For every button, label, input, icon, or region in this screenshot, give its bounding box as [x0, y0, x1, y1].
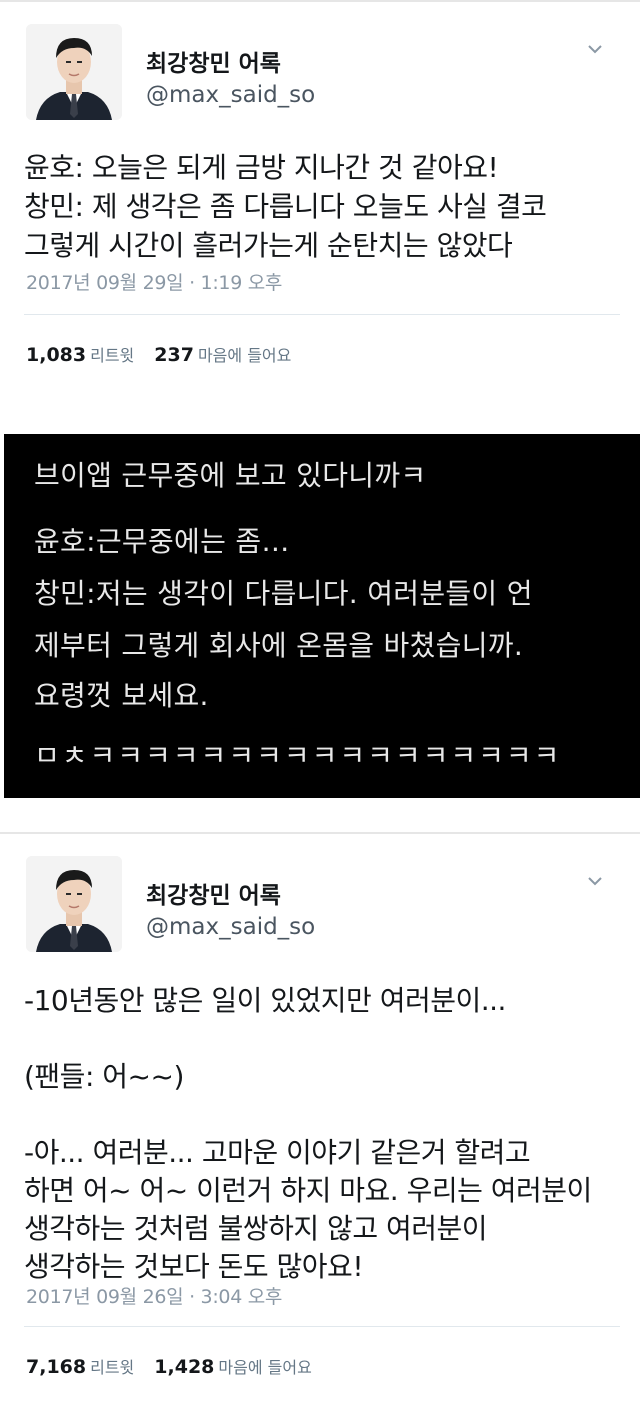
- tweet-card-2[interactable]: 최강창민 어록 @max_said_so -10년동안 많은 일이 있었지만 여…: [0, 832, 640, 1411]
- tweet-stats: 1,083 리트윗 237 마음에 들어요: [26, 342, 311, 366]
- user-handle[interactable]: @max_said_so: [146, 914, 315, 940]
- retweet-count[interactable]: 7,168: [26, 1356, 86, 1378]
- divider: [24, 314, 620, 315]
- chevron-down-icon[interactable]: [588, 42, 602, 56]
- display-name[interactable]: 최강창민 어록: [146, 876, 281, 910]
- profile-photo: [26, 856, 122, 952]
- divider: [24, 1326, 620, 1327]
- caption-box: 브이앱 근무중에 보고 있다니까ㅋ 윤호:근무중에는 좀… 창민:저는 생각이 …: [4, 434, 640, 798]
- caption-line: 창민:저는 생각이 다릅니다. 여러분들이 언: [34, 577, 533, 610]
- caption-line: 요령껏 보세요.: [34, 679, 209, 712]
- like-label[interactable]: 마음에 들어요: [198, 346, 291, 365]
- retweet-label[interactable]: 리트윗: [90, 1358, 134, 1377]
- user-handle[interactable]: @max_said_so: [146, 82, 315, 108]
- retweet-label[interactable]: 리트윗: [90, 346, 134, 365]
- like-count[interactable]: 1,428: [154, 1356, 214, 1378]
- caption-line: 브이앱 근무중에 보고 있다니까ㅋ: [34, 459, 427, 492]
- tweet-stats: 7,168 리트윗 1,428 마음에 들어요: [26, 1354, 332, 1378]
- caption-line: 제부터 그렇게 회사에 온몸을 바쳤습니까.: [34, 629, 524, 662]
- profile-photo: [26, 24, 122, 120]
- tweet-timestamp[interactable]: 2017년 09월 29일 · 1:19 오후: [26, 268, 282, 295]
- tweet-text: 윤호: 오늘은 되게 금방 지나간 것 같아요! 창민: 제 생각은 좀 다릅니…: [24, 151, 547, 262]
- chevron-down-icon[interactable]: [588, 874, 602, 888]
- tweet-card-1[interactable]: 최강창민 어록 @max_said_so 윤호: 오늘은 되게 금방 지나간 것…: [0, 0, 640, 402]
- caption-line: 윤호:근무중에는 좀…: [34, 525, 290, 558]
- display-name[interactable]: 최강창민 어록: [146, 44, 281, 78]
- tweet-timestamp[interactable]: 2017년 09월 26일 · 3:04 오후: [26, 1282, 282, 1309]
- like-count[interactable]: 237: [154, 344, 194, 366]
- avatar[interactable]: [26, 24, 122, 120]
- tweet-text: -10년동안 많은 일이 있었지만 여러분이... (팬들: 어~~) -아..…: [24, 984, 592, 1283]
- caption-line: ㅁㅊㅋㅋㅋㅋㅋㅋㅋㅋㅋㅋㅋㅋㅋㅋㅋㅋㅋ: [34, 739, 562, 772]
- like-label[interactable]: 마음에 들어요: [218, 1358, 311, 1377]
- avatar[interactable]: [26, 856, 122, 952]
- retweet-count[interactable]: 1,083: [26, 344, 86, 366]
